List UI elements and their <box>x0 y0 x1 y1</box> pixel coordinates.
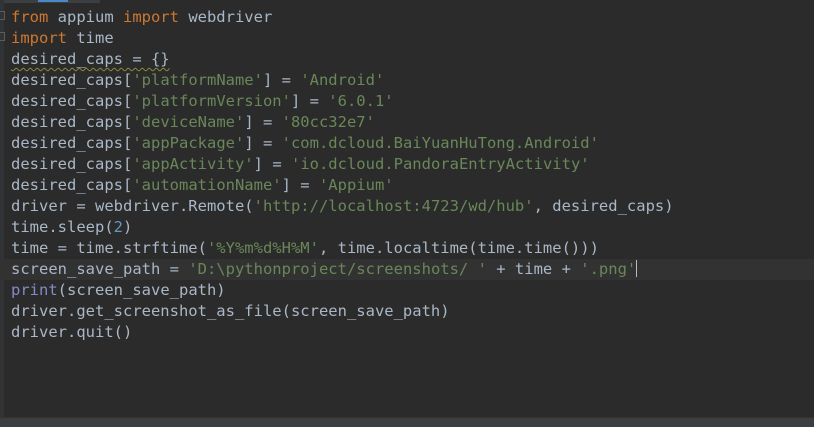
code-token: import <box>11 29 67 47</box>
code-token: 'io.dcloud.PandoraEntryActivity' <box>290 155 590 173</box>
fold-marker-icon[interactable] <box>0 32 5 41</box>
editor-gutter <box>0 0 5 427</box>
code-token: 'deviceName' <box>132 113 245 131</box>
code-token: ] = <box>253 155 291 173</box>
code-token: , time.localtime(time.time())) <box>318 239 599 257</box>
code-token: screen_save_path = <box>11 260 189 278</box>
code-line[interactable]: from appium import webdriver <box>11 7 814 28</box>
code-token: desired_caps[ <box>11 155 133 173</box>
code-token: appium <box>48 8 123 26</box>
fold-marker-icon[interactable] <box>0 11 5 20</box>
code-token: driver = webdriver.Remote( <box>11 197 254 215</box>
code-token: desired_caps[ <box>11 71 133 89</box>
code-token: desired_caps[ <box>11 92 133 110</box>
code-line[interactable]: import time <box>11 28 814 49</box>
code-token: (screen_save_path) <box>57 281 226 299</box>
code-token: desired_caps[ <box>11 176 133 194</box>
code-editor[interactable]: from appium import webdriver import time d… <box>0 0 814 427</box>
code-token: import <box>122 8 179 26</box>
code-token: 'platformVersion' <box>132 92 291 110</box>
code-token: from <box>11 8 49 26</box>
code-token: '6.0.1' <box>328 92 394 110</box>
code-line[interactable]: screen_save_path = 'D:\pythonproject/scr… <box>0 259 814 280</box>
code-line[interactable]: driver = webdriver.Remote('http://localh… <box>11 196 814 217</box>
code-token: 'D:\pythonproject/screenshots/ ' <box>188 260 487 278</box>
text-cursor <box>636 260 638 277</box>
code-token: + time + <box>486 260 581 278</box>
code-line[interactable]: desired_caps['deviceName'] = '80cc32e7' <box>11 112 814 133</box>
code-line[interactable]: desired_caps['appActivity'] = 'io.dcloud… <box>11 154 814 175</box>
code-line[interactable]: time.sleep(2) <box>11 217 814 238</box>
code-token: 'Android' <box>300 71 385 89</box>
code-token: '%Y%m%d%H%M' <box>206 239 319 257</box>
code-token: ) <box>123 218 133 236</box>
code-token: 'appActivity' <box>132 155 254 173</box>
code-token: time = time.strftime( <box>11 239 207 257</box>
code-token: 'appPackage' <box>132 134 245 152</box>
code-line[interactable]: time = time.strftime('%Y%m%d%H%M', time.… <box>11 238 814 259</box>
code-line[interactable]: desired_caps = {} <box>11 49 814 70</box>
code-token: , desired_caps) <box>533 197 674 215</box>
horizontal-scrollbar[interactable] <box>0 417 814 427</box>
active-tab-indicator <box>38 0 68 2</box>
code-token: ] = <box>290 92 329 110</box>
code-token: 'com.dcloud.BaiYuanHuTong.Android' <box>281 134 599 152</box>
code-token: 'http://localhost:4723/wd/hub' <box>253 197 534 215</box>
code-area[interactable]: from appium import webdriver import time d… <box>0 7 814 343</box>
code-token: 'Appium' <box>318 176 394 194</box>
code-line[interactable]: driver.quit() <box>11 322 814 343</box>
code-token: 2 <box>113 218 123 236</box>
code-token: desired_caps[ <box>11 113 133 131</box>
code-token: ] = <box>244 134 282 152</box>
code-line[interactable]: desired_caps['automationName'] = 'Appium… <box>11 175 814 196</box>
code-line[interactable]: driver.get_screenshot_as_file(screen_sav… <box>11 301 814 322</box>
code-token: print <box>11 281 58 299</box>
code-token: time <box>67 29 114 47</box>
code-token: ] = <box>244 113 282 131</box>
code-token: 'platformName' <box>132 71 263 89</box>
code-token: desired_caps = {} <box>11 50 170 68</box>
code-token: driver.quit() <box>11 323 133 341</box>
code-line[interactable]: desired_caps['platformVersion'] = '6.0.1… <box>11 91 814 112</box>
code-token: desired_caps[ <box>11 134 133 152</box>
code-line[interactable]: print(screen_save_path) <box>11 280 814 301</box>
code-line[interactable]: desired_caps['platformName'] = 'Android' <box>11 70 814 91</box>
code-token: webdriver <box>178 8 273 26</box>
code-token: 'automationName' <box>132 176 282 194</box>
code-token: ] = <box>281 176 319 194</box>
code-token: '.png' <box>580 260 637 278</box>
code-token: time.sleep( <box>11 218 114 236</box>
code-token: ] = <box>262 71 301 89</box>
code-line[interactable]: desired_caps['appPackage'] = 'com.dcloud… <box>11 133 814 154</box>
code-token: '80cc32e7' <box>281 113 375 131</box>
code-token: driver.get_screenshot_as_file(screen_sav… <box>11 302 450 320</box>
